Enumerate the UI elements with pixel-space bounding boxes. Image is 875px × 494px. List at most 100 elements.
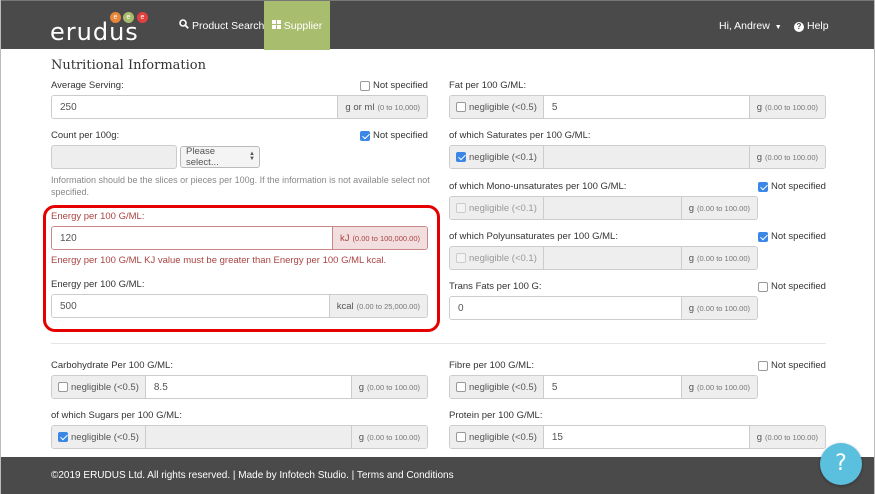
negligible-label: negligible (<0.5): [469, 381, 537, 393]
trans-unit: g (0.00 to 100.00): [680, 297, 757, 319]
mono-input-group: negligible (<0.1) g (0.00 to 100.00): [449, 196, 758, 220]
grid-icon: [271, 1, 281, 51]
not-specified-label: Not specified: [771, 181, 826, 192]
protein-input[interactable]: 15: [543, 426, 749, 448]
help-chat-button[interactable]: ?: [820, 443, 862, 485]
app: erudus e e e Product Search Supplier Hi,…: [0, 0, 875, 494]
nav-help[interactable]: ? Help: [794, 1, 829, 50]
checkbox-disabled[interactable]: [456, 253, 466, 263]
protein-negligible[interactable]: negligible (<0.5): [450, 426, 544, 448]
mono-unit: g (0.00 to 100.00): [680, 197, 757, 219]
average-serving-label: Average Serving:: [51, 80, 124, 91]
protein-unit: g (0.00 to 100.00): [748, 426, 825, 448]
checkbox[interactable]: [456, 102, 466, 112]
not-specified-label: Not specified: [373, 130, 428, 141]
checkbox-checked[interactable]: [360, 130, 370, 141]
sugars-unit: g (0.00 to 100.00): [350, 426, 427, 448]
negligible-label: negligible (<0.5): [469, 101, 537, 113]
fat-label: Fat per 100 G/ML:: [449, 80, 527, 91]
caret-down-icon: ▼: [774, 24, 782, 31]
count-help-text: Information should be the slices or piec…: [51, 175, 430, 197]
carbohydrate-negligible[interactable]: negligible (<0.5): [52, 376, 146, 398]
fat-unit: g (0.00 to 100.00): [748, 96, 825, 118]
checkbox[interactable]: [360, 80, 370, 91]
negligible-label: negligible (<0.5): [71, 431, 139, 443]
carbohydrate-input-group: negligible (<0.5) 8.5 g (0.00 to 100.00): [51, 375, 428, 399]
saturates-unit: g (0.00 to 100.00): [748, 146, 825, 168]
negligible-label: negligible (<0.1): [469, 151, 537, 163]
trans-input-group: 0 g (0.00 to 100.00): [449, 296, 758, 320]
count-unit-select[interactable]: Please select... ▲ ▼: [180, 146, 260, 168]
logo-dot-orange: e: [110, 12, 121, 23]
poly-not-specified[interactable]: Not specified: [758, 231, 826, 242]
saturates-negligible[interactable]: negligible (<0.1): [450, 146, 544, 168]
sugars-label: of which Sugars per 100 G/ML:: [51, 410, 182, 421]
carbohydrate-input[interactable]: 8.5: [145, 376, 351, 398]
checkbox-checked[interactable]: [758, 181, 768, 192]
checkbox[interactable]: [456, 432, 466, 442]
carbohydrate-label: Carbohydrate Per 100 G/ML:: [51, 360, 173, 371]
poly-unit: g (0.00 to 100.00): [680, 247, 757, 269]
checkbox-checked[interactable]: [456, 152, 466, 162]
poly-negligible[interactable]: negligible (<0.1): [450, 247, 544, 269]
saturates-label: of which Saturates per 100 G/ML:: [449, 130, 591, 141]
count-not-specified[interactable]: Not specified: [360, 130, 428, 141]
unit-text: g: [688, 302, 695, 314]
saturates-input[interactable]: [543, 146, 749, 168]
mono-not-specified[interactable]: Not specified: [758, 181, 826, 192]
trans-not-specified[interactable]: Not specified: [758, 281, 826, 292]
negligible-label: negligible (<0.5): [469, 431, 537, 443]
unit-range: (0.00 to 100.00): [367, 382, 420, 392]
sugars-negligible[interactable]: negligible (<0.5): [52, 426, 146, 448]
average-serving-not-specified[interactable]: Not specified: [360, 80, 428, 91]
updown-arrows-icon: ▲ ▼: [249, 151, 255, 162]
checkbox[interactable]: [456, 382, 466, 392]
fibre-not-specified[interactable]: Not specified: [758, 360, 826, 371]
checkbox[interactable]: [58, 382, 68, 392]
checkbox-checked[interactable]: [58, 432, 68, 442]
fibre-input-group: negligible (<0.5) 5 g (0.00 to 100.00): [449, 375, 758, 399]
protein-label: Protein per 100 G/ML:: [449, 410, 543, 421]
fat-negligible[interactable]: negligible (<0.5): [450, 96, 544, 118]
trans-fats-input[interactable]: 0: [450, 297, 681, 319]
checkbox[interactable]: [758, 281, 768, 292]
checkbox-disabled[interactable]: [456, 203, 466, 213]
unit-range: (0.00 to 100.00): [697, 303, 750, 313]
mono-input[interactable]: [543, 197, 681, 219]
fibre-label: Fibre per 100 G/ML:: [449, 360, 535, 371]
unit-range: (0.00 to 100.00): [765, 432, 818, 442]
fibre-negligible[interactable]: negligible (<0.5): [450, 376, 544, 398]
select-value: Please select...: [186, 146, 219, 168]
count-input[interactable]: [51, 145, 177, 169]
nav-supplier[interactable]: Supplier: [264, 1, 330, 50]
mono-unsaturates-label: of which Mono-unsaturates per 100 G/ML:: [449, 181, 627, 192]
nav-supplier-label: Supplier: [283, 20, 323, 32]
logo-dot-green: e: [123, 12, 134, 23]
checkbox[interactable]: [758, 360, 768, 371]
average-serving-input[interactable]: 250: [52, 96, 338, 118]
poly-input[interactable]: [543, 247, 681, 269]
unit-range: (0.00 to 100.00): [765, 102, 818, 112]
negligible-label: negligible (<0.5): [71, 381, 139, 393]
average-serving-input-group: 250 g or ml (0 to 10,000): [51, 95, 428, 119]
polyunsaturates-label: of which Polyunsaturates per 100 G/ML:: [449, 231, 618, 242]
not-specified-label: Not specified: [771, 231, 826, 242]
saturates-input-group: negligible (<0.1) g (0.00 to 100.00): [449, 145, 826, 169]
unit-text: g: [358, 381, 365, 393]
footer-text: ©2019 ERUDUS Ltd. All rights reserved. |…: [51, 470, 454, 481]
unit-text: g: [756, 151, 763, 163]
fibre-input[interactable]: 5: [543, 376, 681, 398]
fat-input[interactable]: 5: [543, 96, 749, 118]
count-label: Count per 100g:: [51, 130, 120, 141]
checkbox-checked[interactable]: [758, 231, 768, 242]
nav-product-search[interactable]: Product Search: [179, 1, 264, 50]
carbohydrate-unit: g (0.00 to 100.00): [350, 376, 427, 398]
highlight-annotation-box: [43, 205, 440, 332]
unit-range: (0.00 to 100.00): [367, 432, 420, 442]
sugars-input[interactable]: [145, 426, 351, 448]
unit-text: g: [688, 381, 695, 393]
user-menu[interactable]: Hi, Andrew ▼: [719, 1, 782, 50]
unit-text: g: [756, 101, 763, 113]
mono-negligible[interactable]: negligible (<0.1): [450, 197, 544, 219]
unit-text: g: [688, 252, 695, 264]
